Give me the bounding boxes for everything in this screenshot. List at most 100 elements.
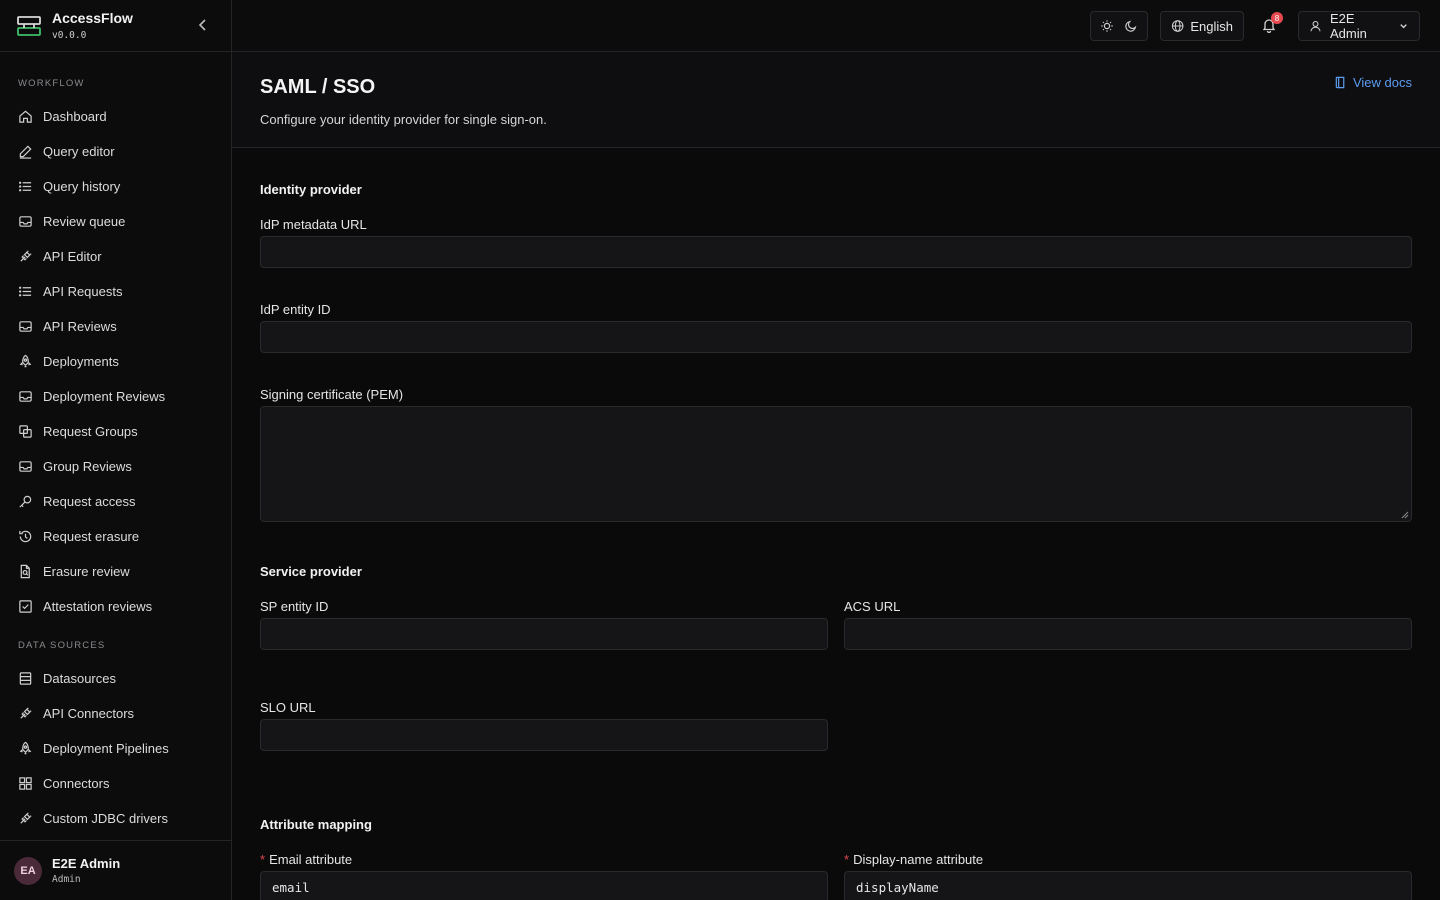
database-icon <box>19 672 32 685</box>
language-select[interactable]: English <box>1160 11 1244 41</box>
sp-entity-id-label: SP entity ID <box>260 599 329 614</box>
idp-entity-id-input[interactable] <box>260 321 1412 353</box>
user-name: E2E Admin <box>52 856 121 871</box>
signing-certificate-textarea[interactable] <box>260 406 1412 522</box>
sidebar-item-api-requests[interactable]: API Requests <box>0 274 231 309</box>
sidebar-item-label: Connectors <box>43 776 110 791</box>
sidebar-item-deployment-reviews[interactable]: Deployment Reviews <box>0 379 231 414</box>
email-attribute-label-text: Email attribute <box>269 852 353 867</box>
sidebar-item-label: Group Reviews <box>43 459 132 474</box>
user-menu-label: E2E Admin <box>1330 11 1367 41</box>
top-bar: English 8 E2E Admin <box>232 0 1440 52</box>
copy-icon <box>19 425 32 438</box>
sidebar-item-api-editor[interactable]: API Editor <box>0 239 231 274</box>
acs-url-label: ACS URL <box>844 599 901 614</box>
plug-icon <box>20 707 32 719</box>
email-attribute-input[interactable]: email <box>260 871 828 900</box>
resize-handle-icon[interactable] <box>1401 511 1409 519</box>
main-content: SAML / SSO Configure your identity provi… <box>232 52 1440 900</box>
slo-url-label: SLO URL <box>260 700 316 715</box>
list-icon <box>18 181 32 192</box>
sidebar-item-label: API Editor <box>43 249 102 264</box>
globe-icon <box>1171 20 1184 32</box>
list-icon <box>18 286 32 297</box>
sidebar-item-query-editor[interactable]: Query editor <box>0 134 231 169</box>
sun-icon[interactable] <box>1100 19 1114 33</box>
display-name-attribute-label-text: Display-name attribute <box>853 852 984 867</box>
check-square-icon <box>19 600 32 613</box>
brand-title: AccessFlow <box>52 10 133 26</box>
section-label-data-sources: DATA SOURCES <box>18 640 106 651</box>
language-label: English <box>1190 18 1233 34</box>
sidebar-item-label: Request Groups <box>43 424 138 439</box>
section-identity-provider: Identity provider <box>260 182 362 197</box>
user-menu[interactable]: E2E Admin <box>1298 11 1420 41</box>
display-name-attribute-input[interactable]: displayName <box>844 871 1412 900</box>
sidebar-item-label: API Requests <box>43 284 123 299</box>
page-header: SAML / SSO Configure your identity provi… <box>232 52 1440 148</box>
grid-icon <box>19 777 32 790</box>
app-root: AccessFlow v0.0.0 WORKFLOW Dashboard Quer… <box>0 0 1440 900</box>
sidebar-item-label: Custom JDBC drivers <box>43 811 168 826</box>
chevron-down-icon <box>1400 24 1407 29</box>
sidebar-item-label: Deployments <box>43 354 119 369</box>
slo-url-input[interactable] <box>260 719 828 751</box>
idp-metadata-url-input[interactable] <box>260 236 1412 268</box>
notification-badge: 8 <box>1271 12 1283 24</box>
email-attribute-label: * Email attribute <box>260 852 352 867</box>
history-icon <box>19 530 32 543</box>
sidebar-item-label: Deployment Pipelines <box>43 741 169 756</box>
section-service-provider: Service provider <box>260 564 362 579</box>
page-title: SAML / SSO <box>260 76 376 98</box>
section-attribute-mapping: Attribute mapping <box>260 817 372 832</box>
sidebar-item-datasources[interactable]: Datasources <box>0 661 231 696</box>
key-icon <box>19 495 32 508</box>
page-subtitle: Configure your identity provider for sin… <box>260 112 547 127</box>
sidebar-item-custom-jdbc-drivers[interactable]: Custom JDBC drivers <box>0 801 231 836</box>
sidebar-item-dashboard[interactable]: Dashboard <box>0 99 231 134</box>
user-role: Admin <box>52 874 81 885</box>
rocket-icon <box>19 354 32 368</box>
sidebar-item-query-history[interactable]: Query history <box>0 169 231 204</box>
book-icon <box>1335 76 1345 89</box>
inbox-icon <box>19 216 32 227</box>
display-name-attribute-label: * Display-name attribute <box>844 852 983 867</box>
sidebar-item-label: Query history <box>43 179 121 194</box>
sidebar-item-erasure-review[interactable]: Erasure review <box>0 554 231 589</box>
chevron-left-icon[interactable] <box>195 17 211 33</box>
sidebar-item-api-reviews[interactable]: API Reviews <box>0 309 231 344</box>
sidebar-item-deployment-pipelines[interactable]: Deployment Pipelines <box>0 731 231 766</box>
sidebar: AccessFlow v0.0.0 WORKFLOW Dashboard Quer… <box>0 0 232 900</box>
sidebar-item-group-reviews[interactable]: Group Reviews <box>0 449 231 484</box>
sidebar-item-deployments[interactable]: Deployments <box>0 344 231 379</box>
file-search-icon <box>20 564 30 579</box>
plug-icon <box>20 250 32 262</box>
required-marker: * <box>844 852 850 867</box>
sidebar-item-request-access[interactable]: Request access <box>0 484 231 519</box>
view-docs-link[interactable]: View docs <box>1334 75 1412 90</box>
sidebar-item-connectors[interactable]: Connectors <box>0 766 231 801</box>
inbox-icon <box>19 391 32 402</box>
sidebar-user-footer[interactable]: EA E2E Admin Admin <box>0 840 231 900</box>
pencil-icon <box>19 145 32 159</box>
moon-icon[interactable] <box>1124 19 1138 33</box>
sidebar-item-label: Dashboard <box>43 109 107 124</box>
sidebar-item-label: Query editor <box>43 144 115 159</box>
sidebar-item-attestation-reviews[interactable]: Attestation reviews <box>0 589 231 624</box>
sidebar-item-label: Request erasure <box>43 529 140 544</box>
required-marker: * <box>260 852 266 867</box>
theme-toggle[interactable] <box>1090 11 1148 41</box>
acs-url-input[interactable] <box>844 618 1412 650</box>
signing-certificate-label: Signing certificate (PEM) <box>260 387 404 402</box>
sidebar-item-label: API Connectors <box>43 706 135 721</box>
rocket-icon <box>19 741 32 755</box>
brand-header: AccessFlow v0.0.0 <box>0 0 231 52</box>
sidebar-item-api-connectors[interactable]: API Connectors <box>0 696 231 731</box>
home-icon <box>19 110 32 123</box>
sidebar-item-request-erasure[interactable]: Request erasure <box>0 519 231 554</box>
sp-entity-id-input[interactable] <box>260 618 828 650</box>
inbox-icon <box>19 321 32 332</box>
sidebar-item-label: Review queue <box>43 214 126 229</box>
sidebar-item-request-groups[interactable]: Request Groups <box>0 414 231 449</box>
sidebar-item-review-queue[interactable]: Review queue <box>0 204 231 239</box>
